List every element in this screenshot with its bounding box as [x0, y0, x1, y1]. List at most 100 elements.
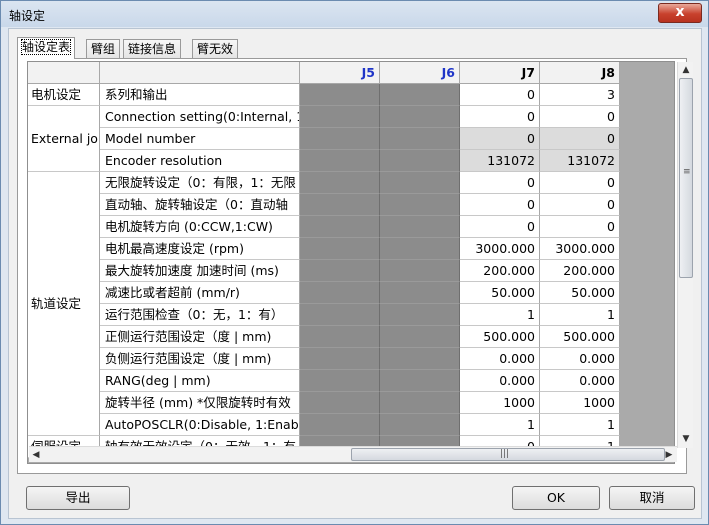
- disabled-cell-j6: [380, 150, 460, 172]
- value-cell-j7[interactable]: 0: [460, 194, 540, 216]
- vertical-scrollbar[interactable]: ▲ ≡ ▼: [677, 62, 693, 448]
- scroll-up-arrow-icon[interactable]: ▲: [679, 63, 693, 77]
- row-label: Model number: [100, 128, 300, 150]
- disabled-cell-j5: [300, 194, 380, 216]
- disabled-cell-j6: [380, 370, 460, 392]
- value-cell-j7[interactable]: 50.000: [460, 282, 540, 304]
- close-button[interactable]: x: [658, 3, 702, 23]
- disabled-cell-j5: [300, 150, 380, 172]
- grip-icon: ≡: [683, 167, 691, 177]
- disabled-cell-j6: [380, 128, 460, 150]
- value-cell-j7[interactable]: 3000.000: [460, 238, 540, 260]
- disabled-cell-j5: [300, 84, 380, 106]
- value-cell-j7[interactable]: 131072: [460, 150, 540, 172]
- value-cell-j7[interactable]: 1: [460, 304, 540, 326]
- axis-settings-grid[interactable]: J5J6J7J8电机设定External jo轨道设定伺服设定系列和输出03Co…: [27, 61, 675, 464]
- scroll-down-arrow-icon[interactable]: ▼: [679, 432, 693, 446]
- disabled-cell-j5: [300, 128, 380, 150]
- value-cell-j8[interactable]: 0.000: [540, 370, 620, 392]
- disabled-cell-j5: [300, 282, 380, 304]
- header-corner: [28, 62, 100, 84]
- horizontal-scrollbar[interactable]: ◀ ||| ▶: [29, 446, 677, 462]
- disabled-cell-j5: [300, 172, 380, 194]
- value-cell-j7[interactable]: 1000: [460, 392, 540, 414]
- value-cell-j8[interactable]: 1: [540, 304, 620, 326]
- column-header-j7[interactable]: J7: [460, 62, 540, 84]
- disabled-cell-j5: [300, 348, 380, 370]
- scroll-right-arrow-icon[interactable]: ▶: [662, 448, 676, 462]
- value-cell-j8[interactable]: 0.000: [540, 348, 620, 370]
- disabled-cell-j6: [380, 348, 460, 370]
- value-cell-j7[interactable]: 0: [460, 216, 540, 238]
- value-cell-j8[interactable]: 0: [540, 216, 620, 238]
- row-label: 旋转半径 (mm) *仅限旋转时有效: [100, 392, 300, 414]
- value-cell-j8[interactable]: 1000: [540, 392, 620, 414]
- value-cell-j8[interactable]: 0: [540, 194, 620, 216]
- column-header-j8[interactable]: J8: [540, 62, 620, 84]
- disabled-cell-j6: [380, 282, 460, 304]
- grip-icon: |||: [500, 449, 510, 459]
- header-name-column: [100, 62, 300, 84]
- disabled-cell-j6: [380, 326, 460, 348]
- cancel-button[interactable]: 取消: [609, 486, 695, 510]
- vertical-scroll-thumb[interactable]: ≡: [679, 78, 693, 278]
- value-cell-j8[interactable]: 200.000: [540, 260, 620, 282]
- value-cell-j8[interactable]: 131072: [540, 150, 620, 172]
- value-cell-j7[interactable]: 0: [460, 106, 540, 128]
- value-cell-j7[interactable]: 200.000: [460, 260, 540, 282]
- horizontal-scroll-thumb[interactable]: |||: [351, 448, 665, 461]
- value-cell-j7[interactable]: 500.000: [460, 326, 540, 348]
- value-cell-j8[interactable]: 0: [540, 106, 620, 128]
- disabled-cell-j6: [380, 172, 460, 194]
- disabled-cell-j5: [300, 414, 380, 436]
- value-cell-j8[interactable]: 3: [540, 84, 620, 106]
- row-label: 电机最高速度设定 (rpm): [100, 238, 300, 260]
- disabled-cell-j5: [300, 238, 380, 260]
- disabled-cell-j6: [380, 238, 460, 260]
- value-cell-j8[interactable]: 1: [540, 414, 620, 436]
- value-cell-j7[interactable]: 0.000: [460, 370, 540, 392]
- row-label: 电机旋转方向 (0:CCW,1:CW): [100, 216, 300, 238]
- disabled-cell-j6: [380, 216, 460, 238]
- tab-panel: J5J6J7J8电机设定External jo轨道设定伺服设定系列和输出03Co…: [17, 58, 687, 474]
- tab-arm-disable[interactable]: 臂无效: [192, 39, 239, 59]
- row-label: 直动轴、旋转轴设定（0：直动轴: [100, 194, 300, 216]
- disabled-cell-j5: [300, 392, 380, 414]
- title-bar[interactable]: 轴设定 x: [1, 1, 708, 27]
- disabled-cell-j6: [380, 414, 460, 436]
- disabled-cell-j5: [300, 304, 380, 326]
- disabled-cell-j5: [300, 326, 380, 348]
- row-label: AutoPOSCLR(0:Disable, 1:Enabl: [100, 414, 300, 436]
- column-header-j6[interactable]: J6: [380, 62, 460, 84]
- disabled-cell-j6: [380, 392, 460, 414]
- group-cell: 电机设定: [28, 84, 100, 106]
- row-label: 负侧运行范围设定（度 | mm): [100, 348, 300, 370]
- value-cell-j8[interactable]: 0: [540, 172, 620, 194]
- value-cell-j7[interactable]: 1: [460, 414, 540, 436]
- value-cell-j7[interactable]: 0: [460, 128, 540, 150]
- row-label: Encoder resolution: [100, 150, 300, 172]
- value-cell-j7[interactable]: 0: [460, 172, 540, 194]
- tab-arm-group[interactable]: 臂组: [86, 39, 121, 59]
- row-label: RANG(deg | mm): [100, 370, 300, 392]
- group-cell: 轨道设定: [28, 172, 100, 436]
- row-label: 无限旋转设定（0：有限，1：无限: [100, 172, 300, 194]
- disabled-cell-j6: [380, 106, 460, 128]
- value-cell-j8[interactable]: 50.000: [540, 282, 620, 304]
- value-cell-j8[interactable]: 3000.000: [540, 238, 620, 260]
- value-cell-j7[interactable]: 0.000: [460, 348, 540, 370]
- tab-axis-settings-table[interactable]: 轴设定表: [17, 37, 76, 59]
- column-header-j5[interactable]: J5: [300, 62, 380, 84]
- disabled-cell-j5: [300, 216, 380, 238]
- scroll-left-arrow-icon[interactable]: ◀: [29, 448, 43, 462]
- row-label: 系列和输出: [100, 84, 300, 106]
- row-label: 正侧运行范围设定（度 | mm): [100, 326, 300, 348]
- row-label: 最大旋转加速度 加速时间 (ms): [100, 260, 300, 282]
- tab-link-info[interactable]: 链接信息: [123, 39, 182, 59]
- disabled-cell-j6: [380, 304, 460, 326]
- export-button[interactable]: 导出: [26, 486, 130, 510]
- value-cell-j8[interactable]: 0: [540, 128, 620, 150]
- value-cell-j8[interactable]: 500.000: [540, 326, 620, 348]
- value-cell-j7[interactable]: 0: [460, 84, 540, 106]
- ok-button[interactable]: OK: [512, 486, 600, 510]
